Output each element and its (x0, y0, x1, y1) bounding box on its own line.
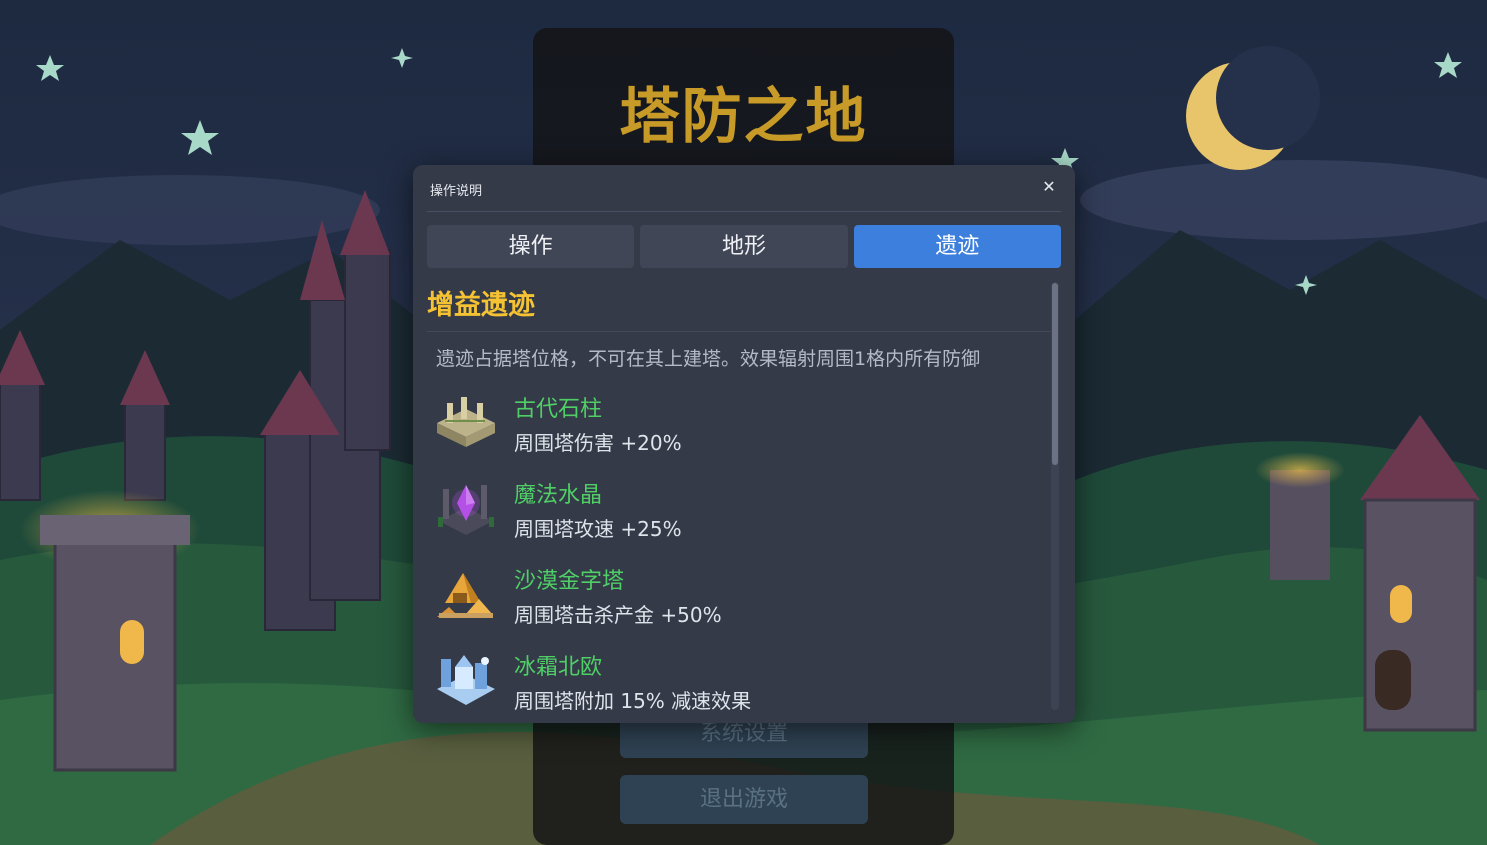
close-icon[interactable]: ✕ (1039, 177, 1059, 197)
list-item: 冰霜北欧 周围塔附加 15% 减速效果 (435, 649, 1035, 719)
tab-ruins[interactable]: 遗迹 (853, 225, 1061, 268)
tab-terrain[interactable]: 地形 (640, 225, 848, 268)
ruin-name: 古代石柱 (514, 397, 603, 422)
list-item: 沙漠金字塔 周围塔击杀产金 +50% (435, 563, 1035, 643)
ruin-effect: 周围塔附加 15% 减速效果 (514, 689, 752, 713)
ruins-content: 增益遗迹 遗迹占据塔位格，不可在其上建塔。效果辐射周围1格内所有防御 古代石柱 … (427, 279, 1052, 719)
instructions-dialog: 操作说明 ✕ 操作 地形 遗迹 增益遗迹 遗迹占据塔位格，不可在其上建塔。效果辐… (413, 165, 1075, 723)
ruin-name: 冰霜北欧 (514, 655, 603, 680)
header-divider (427, 211, 1061, 212)
section-title: 增益遗迹 (427, 290, 535, 321)
frost-nordic-icon (437, 655, 495, 705)
exit-game-button[interactable]: 退出游戏 (620, 775, 868, 824)
scrollbar-thumb[interactable] (1052, 283, 1058, 465)
list-item: 魔法水晶 周围塔攻速 +25% (435, 477, 1035, 557)
magic-crystal-icon (438, 485, 494, 535)
list-item: 古代石柱 周围塔伤害 +20% (435, 391, 1035, 471)
ruin-name: 魔法水晶 (514, 483, 603, 508)
dialog-title: 操作说明 (430, 184, 483, 199)
dialog-header: 操作说明 ✕ (413, 165, 1075, 211)
ruins-description: 遗迹占据塔位格，不可在其上建塔。效果辐射周围1格内所有防御 (436, 348, 981, 370)
tab-bar: 操作 地形 遗迹 (427, 225, 1061, 268)
ancient-pillar-icon (437, 397, 495, 447)
ruin-name: 沙漠金字塔 (514, 569, 625, 594)
ruin-effect: 周围塔攻速 +25% (514, 517, 682, 541)
tab-controls[interactable]: 操作 (427, 225, 635, 268)
section-divider (427, 331, 1052, 332)
ruin-effect: 周围塔击杀产金 +50% (514, 603, 722, 627)
ruin-effect: 周围塔伤害 +20% (514, 431, 682, 455)
desert-pyramid-icon (437, 573, 493, 618)
game-title: 塔防之地 (619, 82, 868, 152)
